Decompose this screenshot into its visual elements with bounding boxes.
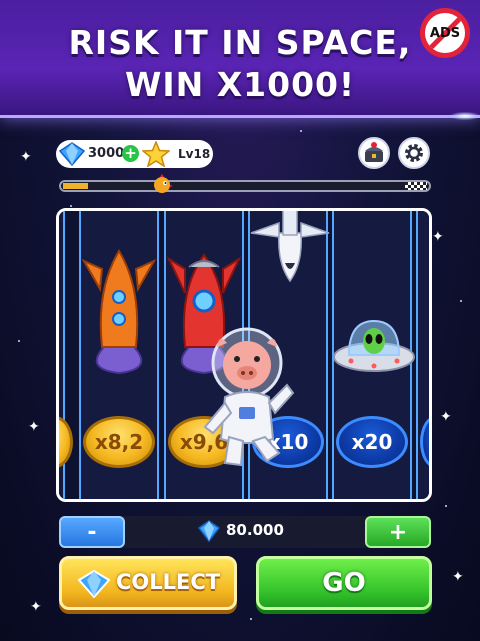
progress-fill xyxy=(63,183,88,189)
sparkle-icon: ✦ xyxy=(440,409,452,425)
comet-glint xyxy=(450,112,480,120)
settings-button[interactable] xyxy=(398,137,430,169)
multiplier-label: x8,2 xyxy=(94,430,144,454)
alien-ufo-icon xyxy=(333,319,415,372)
plus-label: + xyxy=(388,519,408,545)
star-dot xyxy=(445,505,447,507)
star-dot xyxy=(70,205,72,207)
headline-line-2: WIN X1000! xyxy=(124,65,356,104)
orange-rocket-icon xyxy=(81,249,157,375)
multiplier-coin: x20 xyxy=(336,416,408,468)
player-level: Lv18 xyxy=(178,147,211,161)
decrease-bet-button[interactable]: - xyxy=(59,516,125,548)
go-label: GO xyxy=(322,568,366,598)
sparkle-icon: ✦ xyxy=(432,229,444,245)
multiplier-coin-partial xyxy=(59,416,73,468)
finish-flag-icon xyxy=(405,182,427,190)
bet-amount: 80.000 xyxy=(226,521,284,539)
multiplier-label: x20 xyxy=(351,430,393,454)
promo-headline: RISK IT IN SPACE, WIN X1000! xyxy=(0,22,480,106)
add-gems-button[interactable]: + xyxy=(122,145,139,162)
chicken-marker-icon xyxy=(154,174,173,193)
go-button[interactable]: GO xyxy=(256,556,432,610)
star-level-icon xyxy=(142,141,170,167)
collect-label: COLLECT xyxy=(116,570,221,594)
star-dot xyxy=(460,300,462,302)
sparkle-icon: ✦ xyxy=(452,569,464,585)
gem-icon xyxy=(198,520,220,542)
no-ads-button[interactable]: ADS xyxy=(420,8,470,58)
sparkle-icon: ✦ xyxy=(20,149,32,165)
star-dot xyxy=(300,130,302,132)
astronaut-pig-character xyxy=(203,327,295,467)
no-ads-label: ADS xyxy=(429,25,461,41)
space-shuttle-icon xyxy=(250,211,330,283)
game-board: x8,2 x9,6 x10 x20 xyxy=(56,208,432,502)
sparkle-icon: ✦ xyxy=(30,599,42,615)
multiplier-coin: x8,2 xyxy=(83,416,155,468)
headline-line-1: RISK IT IN SPACE, xyxy=(68,23,412,62)
gem-icon xyxy=(59,142,85,166)
star-dot xyxy=(250,618,252,620)
collect-button[interactable]: COLLECT xyxy=(59,556,237,610)
treasure-chest-icon xyxy=(365,142,383,162)
star-dot xyxy=(18,340,20,342)
increase-bet-button[interactable]: + xyxy=(365,516,431,548)
sparkle-icon: ✦ xyxy=(28,419,40,435)
minus-label: - xyxy=(87,519,97,545)
shop-button[interactable] xyxy=(358,137,390,169)
gem-count: 3000 xyxy=(88,146,125,161)
level-progress-bar xyxy=(59,180,431,192)
gem-icon xyxy=(78,570,110,598)
gear-icon xyxy=(405,144,423,162)
